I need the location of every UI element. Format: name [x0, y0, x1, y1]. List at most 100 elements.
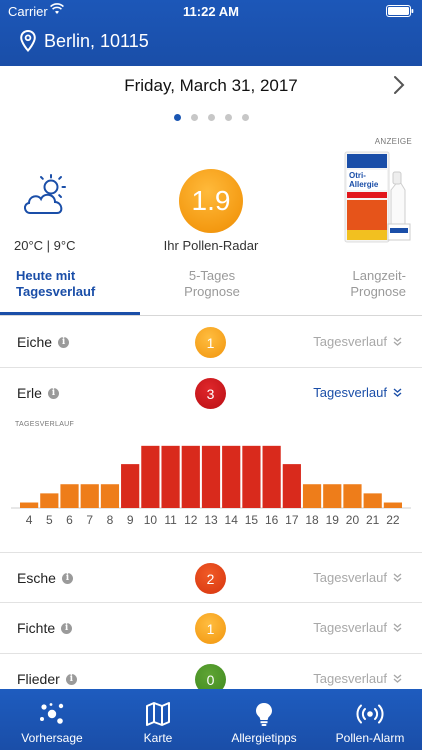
- lightbulb-icon: [256, 703, 272, 726]
- map-icon: [146, 702, 170, 726]
- pollen-name-wrap: Erle i: [17, 385, 59, 401]
- double-chevron-down-icon: [393, 623, 402, 632]
- double-chevron-down-icon: [393, 674, 402, 683]
- daily-course-label: Tagesverlauf: [313, 620, 387, 635]
- info-icon[interactable]: i: [58, 336, 70, 348]
- chart-bar: [121, 464, 140, 508]
- page-dot[interactable]: [173, 114, 181, 121]
- battery-icon: [386, 5, 414, 17]
- chart-bar: [141, 445, 160, 508]
- forecast-tabs: Heute mit Tagesverlauf 5-Tages Prognose …: [0, 268, 422, 316]
- top-bar: Carrier 11:22 AM Berlin, 10115: [0, 0, 422, 66]
- pollen-radar-value: 1.9: [179, 169, 243, 233]
- forecast-icon: [40, 703, 64, 724]
- page-dot[interactable]: [241, 114, 249, 121]
- tab-long-term[interactable]: Langzeit- Prognose: [350, 268, 406, 300]
- pollen-name-wrap: Fichte i: [17, 620, 73, 636]
- chart-bar: [302, 484, 322, 508]
- chart-bar: [40, 493, 59, 508]
- nav-forecast-label: Vorhersage: [21, 731, 83, 745]
- chart-bar: [343, 484, 362, 508]
- bottom-navigation: Vorhersage Karte Allergietipps Pollen-Al…: [0, 689, 422, 750]
- pollen-row-fichte[interactable]: Fichte i 1 Tagesverlauf: [0, 603, 422, 654]
- chart-bar: [242, 445, 261, 508]
- pollen-level-badge: 3: [195, 378, 226, 409]
- svg-text:Otri-: Otri-: [349, 171, 366, 180]
- chart-tick-label: 4: [26, 513, 33, 527]
- info-icon[interactable]: i: [61, 622, 73, 634]
- chevron-right-icon[interactable]: [390, 74, 408, 96]
- daily-course-link[interactable]: Tagesverlauf: [313, 620, 402, 635]
- chart-tick-label: 22: [386, 513, 400, 527]
- double-chevron-down-icon: [393, 388, 402, 397]
- chart-tick-label: 17: [285, 513, 299, 527]
- chart-tick-label: 20: [346, 513, 360, 527]
- pollen-name-wrap: Eiche i: [17, 334, 70, 350]
- status-bar: Carrier 11:22 AM: [0, 0, 422, 22]
- chart-tick-label: 21: [366, 513, 380, 527]
- daily-course-label: Tagesverlauf: [313, 385, 387, 400]
- chart-bar: [60, 484, 79, 508]
- chart-bar: [80, 484, 99, 508]
- pollen-level-badge: 1: [195, 613, 226, 644]
- ad-label: ANZEIGE: [374, 137, 412, 146]
- chart-tick-label: 7: [86, 513, 93, 527]
- chart-tick-label: 6: [66, 513, 73, 527]
- pollen-name-wrap: Esche i: [17, 570, 73, 586]
- page-dot[interactable]: [224, 114, 232, 121]
- nav-pollen-alarm[interactable]: Pollen-Alarm: [326, 689, 414, 750]
- pollen-name: Erle: [17, 385, 42, 401]
- clock: 11:22 AM: [183, 4, 239, 19]
- info-icon[interactable]: i: [65, 673, 77, 685]
- ad-product-image[interactable]: Otri- Allergie: [343, 150, 413, 245]
- page-indicator[interactable]: [0, 114, 422, 121]
- chart-bar: [363, 493, 382, 508]
- date-label: Friday, March 31, 2017: [124, 76, 298, 95]
- double-chevron-down-icon: [393, 573, 402, 582]
- nav-pollen-alarm-label: Pollen-Alarm: [335, 731, 405, 745]
- svg-text:Allergie: Allergie: [349, 180, 379, 189]
- chart-tick-label: 14: [225, 513, 239, 527]
- pollen-level-badge: 2: [195, 563, 226, 594]
- tab-today-line1: Heute mit: [16, 268, 76, 283]
- daily-course-link[interactable]: Tagesverlauf: [313, 671, 402, 686]
- daily-course-label: Tagesverlauf: [313, 570, 387, 585]
- active-tab-indicator: [0, 312, 140, 315]
- tab-5-day[interactable]: 5-Tages Prognose: [150, 268, 274, 300]
- info-icon[interactable]: i: [61, 572, 73, 584]
- chart-bar: [222, 445, 241, 508]
- chart-bar: [262, 445, 281, 508]
- nav-allergy-tips[interactable]: Allergietipps: [222, 689, 306, 750]
- chart-tick-label: 18: [305, 513, 319, 527]
- tab-today[interactable]: Heute mit Tagesverlauf: [16, 268, 95, 300]
- pollen-name: Eiche: [17, 334, 53, 350]
- chart-bar: [100, 484, 120, 508]
- daily-course-link[interactable]: Tagesverlauf: [313, 385, 402, 400]
- page-dot[interactable]: [207, 114, 215, 121]
- pollen-name-wrap: Flieder i: [17, 671, 77, 687]
- nav-map[interactable]: Karte: [128, 689, 188, 750]
- nav-map-label: Karte: [143, 731, 173, 745]
- tab-long-term-line1: Langzeit-: [352, 268, 406, 283]
- broadcast-icon: [356, 704, 384, 724]
- pollen-name: Flieder: [17, 671, 60, 687]
- daily-course-link[interactable]: Tagesverlauf: [313, 570, 402, 585]
- info-icon[interactable]: i: [47, 387, 59, 399]
- location-label: Berlin, 10115: [44, 30, 149, 51]
- nav-allergy-tips-label: Allergietipps: [231, 731, 297, 745]
- tab-5-day-line2: Prognose: [184, 284, 240, 299]
- double-chevron-down-icon: [393, 337, 402, 346]
- chart-bar: [323, 484, 342, 508]
- chart-bar: [161, 445, 180, 508]
- chart-tick-label: 16: [265, 513, 279, 527]
- pollen-row-esche[interactable]: Esche i 2 Tagesverlauf: [0, 552, 422, 603]
- chart-bar: [383, 502, 402, 508]
- pollen-level-badge: 1: [195, 327, 226, 358]
- daily-course-link[interactable]: Tagesverlauf: [313, 334, 402, 349]
- location-selector[interactable]: Berlin, 10115: [20, 30, 149, 52]
- chart-tick-label: 8: [107, 513, 114, 527]
- pollen-row-eiche[interactable]: Eiche i 1 Tagesverlauf: [0, 317, 422, 368]
- page-dot[interactable]: [190, 114, 198, 121]
- nav-forecast[interactable]: Vorhersage: [14, 689, 90, 750]
- chart-bar: [282, 464, 301, 508]
